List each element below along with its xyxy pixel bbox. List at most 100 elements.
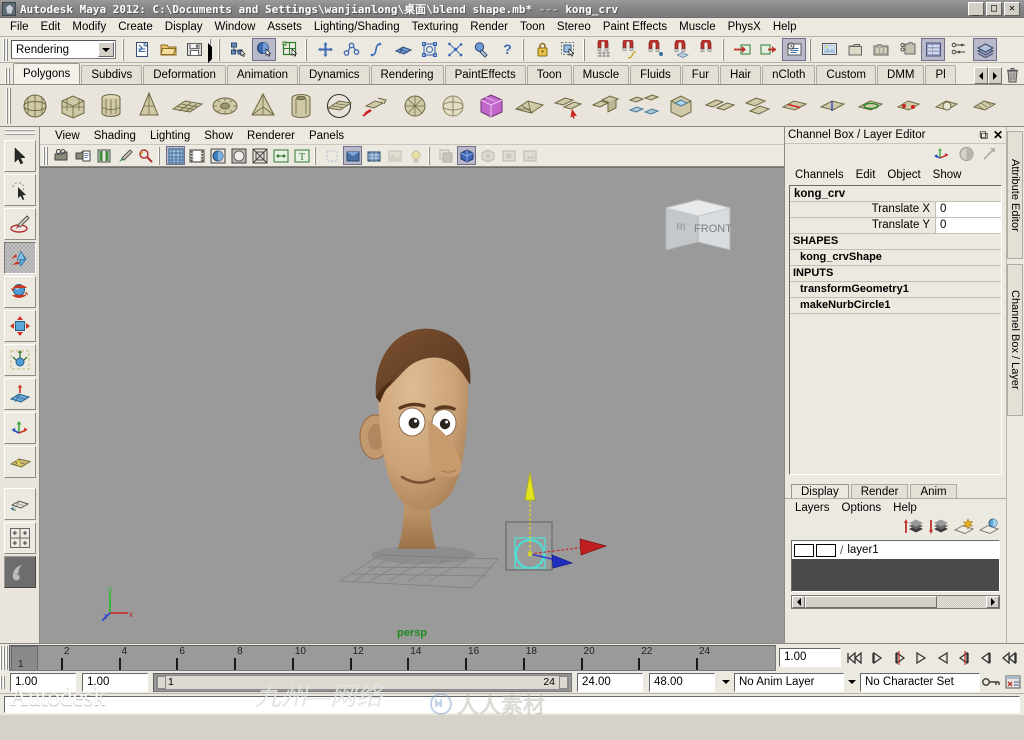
anim-layer-selector[interactable]: No Anim Layer: [734, 672, 844, 692]
shelf-tab-dynamics[interactable]: Dynamics: [299, 65, 370, 84]
shelf-grip[interactable]: [4, 68, 11, 84]
mask-curves-icon[interactable]: [365, 38, 389, 61]
safe-action-icon[interactable]: [271, 146, 290, 165]
menu-set-dropdown-arrow[interactable]: [98, 42, 114, 57]
menu-item-create[interactable]: Create: [112, 20, 159, 34]
snap-to-grid-icon[interactable]: [591, 38, 615, 61]
menu-item-stereo[interactable]: Stereo: [551, 20, 597, 34]
rotate-tool[interactable]: [3, 276, 36, 308]
append-to-polygon-icon[interactable]: [815, 88, 851, 124]
menu-item-paint-effects[interactable]: Paint Effects: [597, 20, 673, 34]
save-scene-icon[interactable]: [182, 38, 206, 61]
smooth-shade-all-icon[interactable]: [343, 146, 362, 165]
last-tool-used[interactable]: [3, 446, 36, 478]
snap-to-view-plane-icon[interactable]: [695, 38, 719, 61]
step-back-frame-icon[interactable]: [866, 647, 888, 669]
move-layer-down-icon[interactable]: [928, 517, 950, 539]
channel-box-menu-channels[interactable]: Channels: [789, 169, 850, 181]
mask-joints-icon[interactable]: [339, 38, 363, 61]
new-scene-icon[interactable]: [130, 38, 154, 61]
current-time-indicator[interactable]: 1: [11, 645, 38, 670]
image-plane-icon[interactable]: [115, 146, 134, 165]
shelf-tab-custom[interactable]: Custom: [816, 65, 877, 84]
layer-tab-anim[interactable]: Anim: [910, 484, 957, 499]
poly-soccer-ball-icon[interactable]: [397, 88, 433, 124]
statusline-grip[interactable]: [2, 38, 9, 61]
show-manipulator-tool[interactable]: [3, 412, 36, 444]
soft-modification-tool[interactable]: [3, 378, 36, 410]
select-camera-icon[interactable]: [52, 146, 71, 165]
menu-item-texturing[interactable]: Texturing: [406, 20, 465, 34]
play-backwards-icon[interactable]: [910, 647, 932, 669]
step-forward-key-icon[interactable]: [954, 647, 976, 669]
scale-tool[interactable]: [3, 310, 36, 342]
shelf-tab-toon[interactable]: Toon: [526, 65, 572, 84]
menu-item-toon[interactable]: Toon: [514, 20, 551, 34]
move-manipulator[interactable]: [484, 470, 614, 590]
split-polygon-icon[interactable]: [777, 88, 813, 124]
move-tool[interactable]: [3, 242, 36, 274]
menu-item-lighting-shading[interactable]: Lighting/Shading: [308, 20, 406, 34]
shelf-trash-button[interactable]: [1002, 67, 1022, 84]
manipulator-display-icon[interactable]: [934, 146, 952, 165]
menu-item-assets[interactable]: Assets: [261, 20, 308, 34]
layer-tab-render[interactable]: Render: [850, 484, 909, 499]
snap-to-projected-center-icon[interactable]: [669, 38, 693, 61]
rendering-flags-icon[interactable]: [947, 38, 971, 61]
construction-history-toggle-icon[interactable]: [782, 38, 806, 61]
viewport-menu-shading[interactable]: Shading: [87, 130, 143, 142]
separate-icon[interactable]: [549, 88, 585, 124]
channel-box-menu-edit[interactable]: Edit: [850, 169, 882, 181]
viewport-menu-panels[interactable]: Panels: [302, 130, 351, 142]
viewport-menu-lighting[interactable]: Lighting: [143, 130, 197, 142]
command-input[interactable]: [4, 696, 1020, 713]
shelf-tab-fur[interactable]: Fur: [681, 65, 720, 84]
lock-selection-icon[interactable]: [530, 38, 554, 61]
select-by-component-type-icon[interactable]: [278, 38, 302, 61]
two-d-pan-zoom-icon[interactable]: [136, 146, 155, 165]
poly-pyramid-icon[interactable]: [245, 88, 281, 124]
shadows-icon[interactable]: [436, 146, 455, 165]
shelf-tab-painteffects[interactable]: PaintEffects: [444, 65, 526, 84]
reduce-icon[interactable]: [967, 88, 1003, 124]
field-chart-icon[interactable]: [250, 146, 269, 165]
fill-hole-icon[interactable]: [929, 88, 965, 124]
play-forwards-icon[interactable]: [932, 647, 954, 669]
shelf-tab-muscle[interactable]: Muscle: [572, 65, 630, 84]
channel-node-transformGeometry1[interactable]: transformGeometry1: [790, 282, 1001, 298]
select-by-hierarchy-icon[interactable]: [226, 38, 250, 61]
poly-cylinder-icon[interactable]: [93, 88, 129, 124]
mask-dynamics-icon[interactable]: [443, 38, 467, 61]
render-layers-icon[interactable]: [973, 38, 997, 61]
current-time-field[interactable]: 1.00: [779, 648, 841, 667]
view-cube[interactable]: RI FRONT: [652, 190, 742, 260]
shelf-tab-fluids[interactable]: Fluids: [630, 65, 681, 84]
channel-value[interactable]: 0: [936, 218, 1001, 234]
viewport-menu-renderer[interactable]: Renderer: [240, 130, 302, 142]
range-left-handle[interactable]: [157, 675, 166, 689]
maximize-button[interactable]: □: [986, 1, 1002, 16]
channel-box-menu-object[interactable]: Object: [881, 169, 926, 181]
minimize-button[interactable]: _: [968, 1, 984, 16]
layer-menu-options[interactable]: Options: [836, 502, 888, 514]
select-tool[interactable]: [3, 140, 36, 172]
sculpt-geometry-icon[interactable]: [473, 88, 509, 124]
range-slider-handle-bar[interactable]: 1 24: [156, 674, 569, 690]
list-item[interactable]: / layer1: [792, 541, 999, 559]
grid-display-icon[interactable]: [166, 146, 185, 165]
poly-platonic-icon[interactable]: [435, 88, 471, 124]
render-current-frame-icon[interactable]: [817, 38, 841, 61]
booleans-icon[interactable]: [587, 88, 623, 124]
menu-item-muscle[interactable]: Muscle: [673, 20, 721, 34]
lasso-tool[interactable]: [3, 174, 36, 206]
move-layer-up-icon[interactable]: [903, 517, 925, 539]
vertical-tab-channel-box[interactable]: Channel Box / Layer: [1007, 264, 1023, 416]
viewport-menu-show[interactable]: Show: [197, 130, 240, 142]
auto-keyframe-icon[interactable]: [980, 671, 1002, 693]
range-slider-bar[interactable]: 1 24: [153, 672, 572, 692]
poly-pipe-icon[interactable]: [283, 88, 319, 124]
layer-visibility-checkbox[interactable]: [794, 543, 814, 557]
scrollbar-thumb[interactable]: [805, 596, 937, 608]
film-gate-icon[interactable]: [187, 146, 206, 165]
shelf-tab-dmm[interactable]: DMM: [877, 65, 925, 84]
